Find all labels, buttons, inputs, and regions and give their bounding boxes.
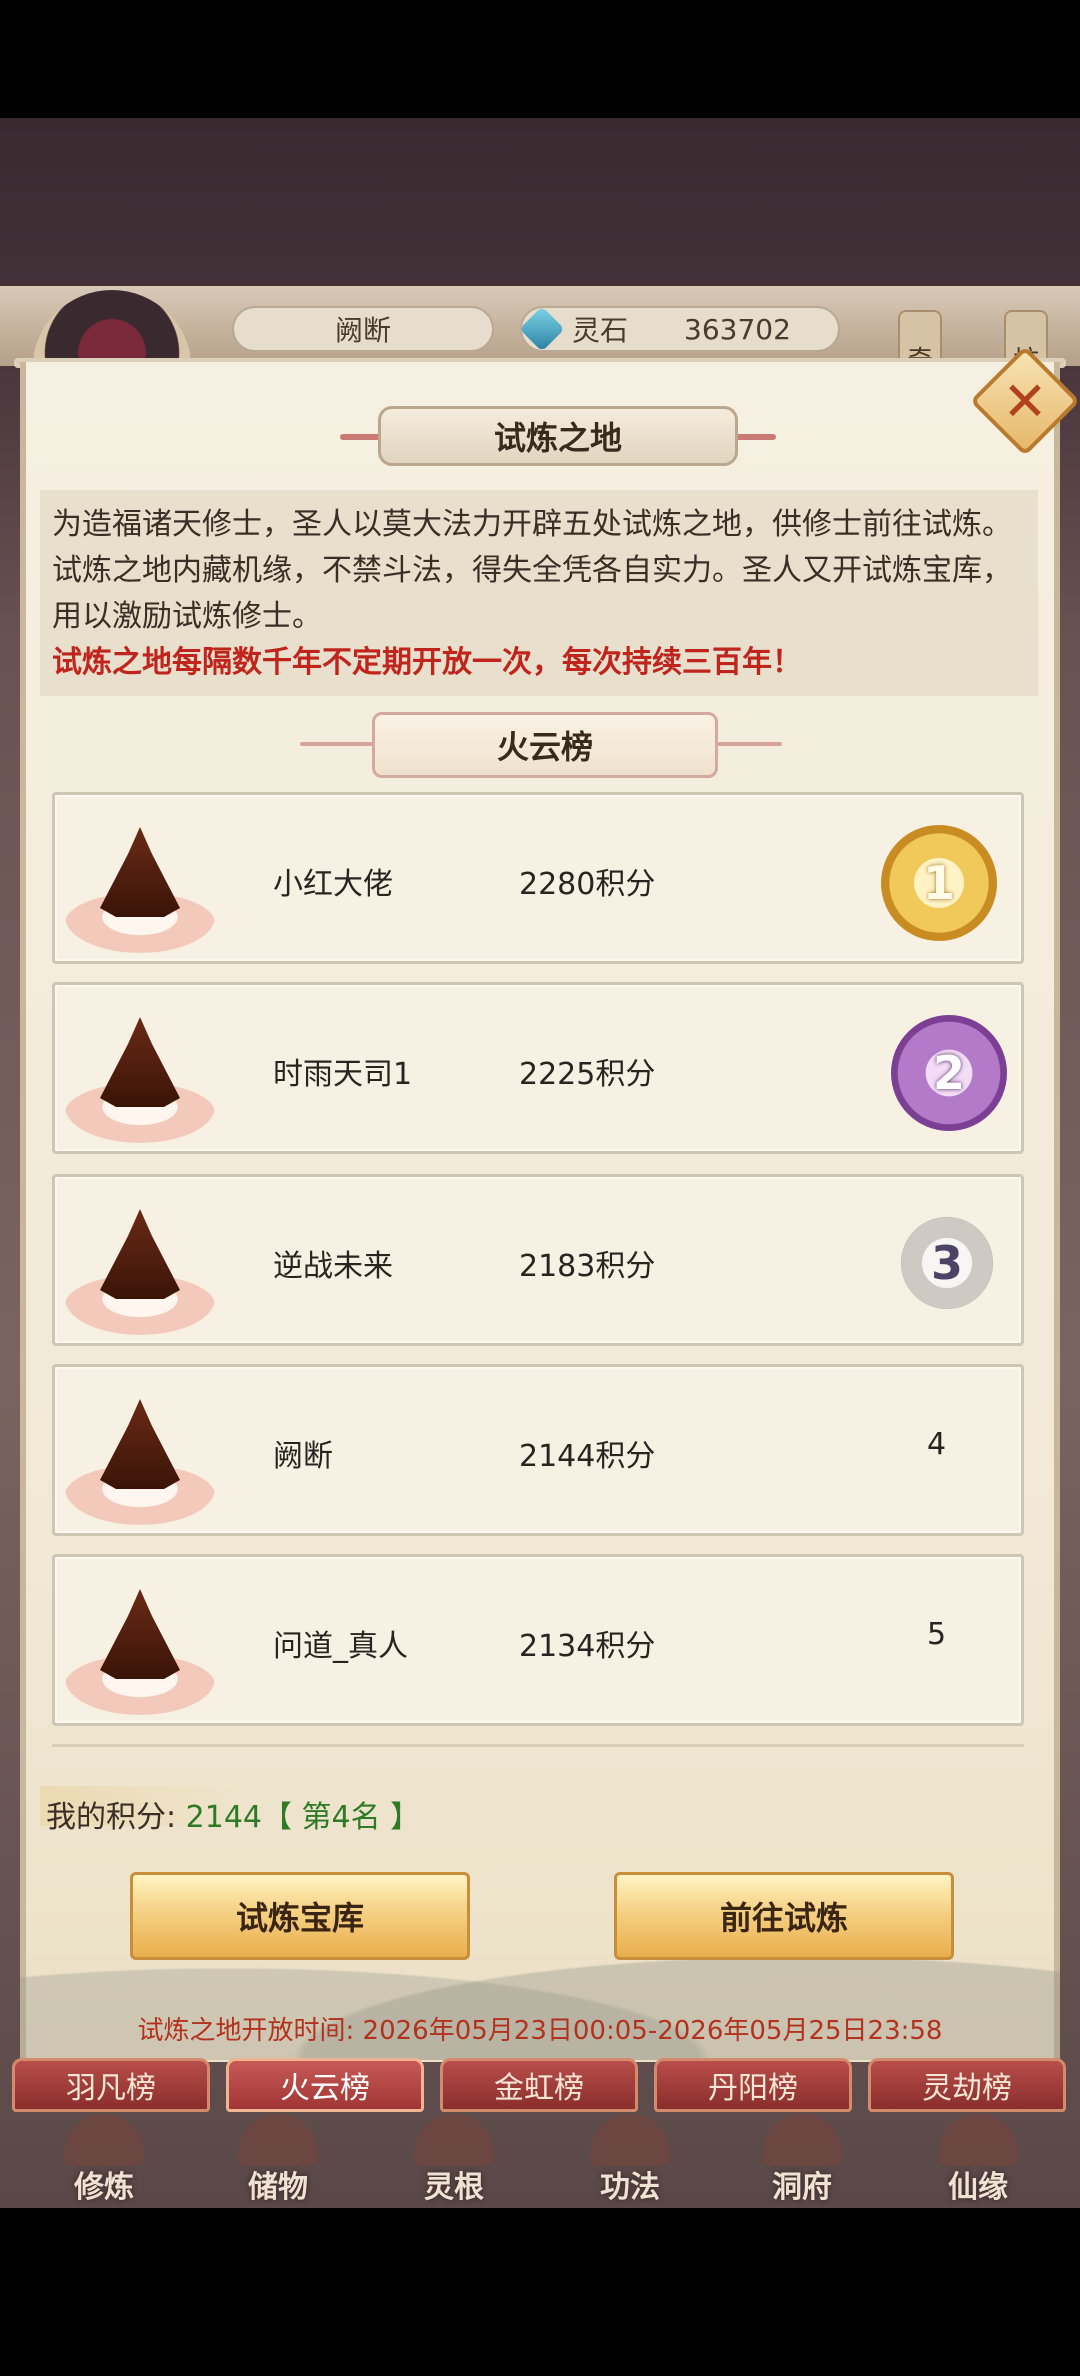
nav-label: 储物 xyxy=(248,2170,308,2205)
ranking-score: 2134积分 xyxy=(519,1629,656,1664)
ranking-title: 火云榜 xyxy=(372,712,718,778)
tab-huoyun[interactable]: 火云榜 xyxy=(226,2058,424,2112)
ranking-name: 问道_真人 xyxy=(273,1629,408,1664)
technique-icon xyxy=(590,2114,670,2166)
tab-jinhong[interactable]: 金虹榜 xyxy=(440,2058,638,2112)
player-avatar-icon xyxy=(65,1189,215,1339)
rank-number: 5 xyxy=(927,1617,947,1652)
nav-label: 功法 xyxy=(600,2170,660,2205)
fate-icon xyxy=(938,2114,1018,2166)
description-text: 为造福诸天修士，圣人以莫大法力开辟五处试炼之地，供修士前往试炼。试炼之地内藏机缘… xyxy=(52,507,1012,634)
player-avatar-icon xyxy=(65,807,215,957)
cultivate-icon xyxy=(64,2114,144,2166)
my-score-label: 我的积分: xyxy=(46,1800,177,1835)
ranking-score: 2183积分 xyxy=(519,1249,656,1284)
ranking-row-4[interactable]: 阙断 2144积分 4 xyxy=(52,1364,1024,1536)
purple-medal-icon: 2 xyxy=(891,1015,1007,1131)
nav-spirit-root[interactable]: 灵根 xyxy=(374,2114,534,2206)
nav-technique[interactable]: 功法 xyxy=(550,2114,710,2206)
ranking-name: 小红大佬 xyxy=(273,867,393,902)
bottom-black-bar xyxy=(0,2208,1080,2376)
nav-cultivate[interactable]: 修炼 xyxy=(24,2114,184,2206)
open-time-text: 试炼之地开放时间: 2026年05月23日00:05-2026年05月25日23… xyxy=(137,2016,943,2046)
panel-title: 试炼之地 xyxy=(378,406,738,466)
nav-label: 仙缘 xyxy=(948,2170,1008,2205)
currency-value: 363702 xyxy=(684,312,791,346)
nav-cave[interactable]: 洞府 xyxy=(722,2114,882,2206)
rank-number: 4 xyxy=(927,1427,947,1462)
go-trial-button[interactable]: 前往试炼 xyxy=(614,1872,954,1960)
ranking-row-1[interactable]: 小红大佬 2280积分 1 xyxy=(52,792,1024,964)
player-name: 阙断 xyxy=(232,306,494,352)
nav-label: 灵根 xyxy=(424,2170,484,2205)
tab-yufan[interactable]: 羽凡榜 xyxy=(12,2058,210,2112)
ranking-score: 2280积分 xyxy=(519,867,656,902)
storage-icon xyxy=(238,2114,318,2166)
spirit-stone-icon xyxy=(519,306,565,352)
cave-icon xyxy=(762,2114,842,2166)
ranking-divider xyxy=(52,1744,1024,1747)
nav-fate[interactable]: 仙缘 xyxy=(898,2114,1058,2206)
ranking-score: 2225积分 xyxy=(519,1057,656,1092)
ranking-score: 2144积分 xyxy=(519,1439,656,1474)
my-score-value: 2144【 第4名 】 xyxy=(185,1800,421,1835)
ranking-name: 时雨天司1 xyxy=(273,1057,413,1092)
ranking-row-3[interactable]: 逆战未来 2183积分 3 xyxy=(52,1174,1024,1346)
nav-label: 洞府 xyxy=(772,2170,832,2205)
gold-medal-icon: 1 xyxy=(881,825,997,941)
tab-danyang[interactable]: 丹阳榜 xyxy=(654,2058,852,2112)
player-avatar-icon xyxy=(65,1379,215,1529)
spirit-root-icon xyxy=(414,2114,494,2166)
tab-lingjie[interactable]: 灵劫榜 xyxy=(868,2058,1066,2112)
ranking-name: 阙断 xyxy=(273,1439,333,1474)
ranking-row-5[interactable]: 问道_真人 2134积分 5 xyxy=(52,1554,1024,1726)
player-avatar-icon xyxy=(65,1569,215,1719)
player-avatar-icon xyxy=(65,997,215,1147)
ranking-name: 逆战未来 xyxy=(273,1249,393,1284)
nav-storage[interactable]: 储物 xyxy=(198,2114,358,2206)
description-box: 为造福诸天修士，圣人以莫大法力开辟五处试炼之地，供修士前往试炼。试炼之地内藏机缘… xyxy=(40,490,1038,696)
silver-medal-icon: 3 xyxy=(901,1217,993,1309)
warning-text: 试炼之地每隔数千年不定期开放一次，每次持续三百年！ xyxy=(52,645,802,680)
trial-treasury-button[interactable]: 试炼宝库 xyxy=(130,1872,470,1960)
close-icon[interactable]: ✕ xyxy=(986,362,1064,440)
currency-display: 灵石 363702 xyxy=(519,306,840,352)
my-score: 我的积分: 2144【 第4名 】 xyxy=(46,1792,420,1836)
nav-label: 修炼 xyxy=(74,2170,134,2205)
currency-label: 灵石 xyxy=(572,314,629,347)
ranking-row-2[interactable]: 时雨天司1 2225积分 2 xyxy=(52,982,1024,1154)
